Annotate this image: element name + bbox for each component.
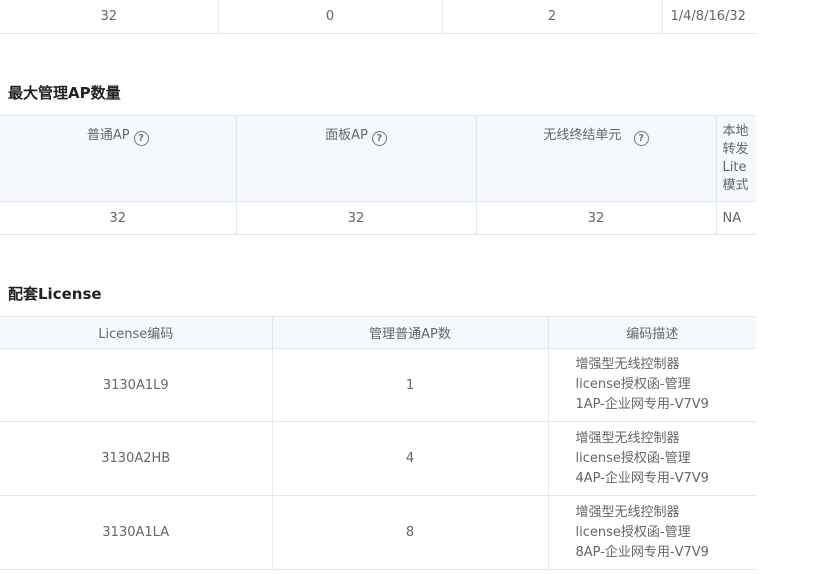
- help-icon[interactable]: ?: [371, 131, 387, 146]
- table-cell: 0: [218, 0, 443, 34]
- header-label-line: 转发: [722, 142, 749, 157]
- license-code-cell: 3130A2HB: [0, 421, 273, 496]
- spec-table-top: 32 0 2 1/4/8/16/32: [0, 0, 756, 34]
- ap-count-cell: 8: [272, 495, 549, 570]
- desc-line: license授权函-管理: [575, 377, 691, 392]
- table-cell: 2: [442, 0, 663, 34]
- table-cell: 32: [476, 201, 717, 235]
- header-description: 编码描述: [548, 316, 756, 349]
- section-title-license: 配套License: [8, 285, 102, 303]
- desc-line: 增强型无线控制器: [575, 504, 680, 520]
- desc-line: 1AP-企业网专用-V7V9: [575, 397, 709, 412]
- header-normal-ap: 普通AP?: [0, 115, 237, 202]
- help-icon[interactable]: ?: [133, 131, 149, 146]
- ap-count-cell: 4: [272, 421, 549, 496]
- description-cell: 增强型无线控制器 license授权函-管理 8AP-企业网专用-V7V9: [548, 495, 756, 570]
- header-label-line: 本地: [722, 124, 749, 139]
- header-license-code: License编码: [0, 316, 273, 349]
- table-cell: NA: [716, 201, 756, 235]
- section-title-max-ap: 最大管理AP数量: [8, 84, 121, 102]
- desc-line: 增强型无线控制器: [575, 430, 680, 446]
- table-cell: 1/4/8/16/32: [662, 0, 756, 34]
- table-row: 32 0 2 1/4/8/16/32: [0, 0, 756, 34]
- table-cell: 32: [0, 0, 219, 34]
- license-code-cell: 3130A1LA: [0, 495, 273, 570]
- header-label: 面板AP: [325, 128, 368, 143]
- help-icon[interactable]: ?: [633, 131, 649, 146]
- header-wireless-termination-unit: 无线终结单元 ?: [476, 115, 717, 202]
- table-cell: 32: [0, 201, 237, 235]
- header-ap-count: 管理普通AP数: [272, 316, 549, 349]
- header-label: 无线终结单元: [543, 128, 622, 143]
- desc-line: license授权函-管理: [575, 450, 691, 466]
- max-ap-table: 普通AP? 面板AP? 无线终结单元 ? 本地 转发 Lite 模式 32 32…: [0, 115, 756, 235]
- ap-count-cell: 1: [272, 348, 549, 422]
- header-label-line: Lite: [722, 160, 747, 175]
- desc-line: license授权函-管理: [575, 524, 691, 540]
- header-panel-ap: 面板AP?: [236, 115, 477, 202]
- header-label-line: 模式: [722, 178, 749, 193]
- desc-line: 增强型无线控制器: [575, 357, 680, 372]
- header-local-forward-lite: 本地 转发 Lite 模式: [716, 115, 756, 202]
- table-row: 3130A1L9 1 增强型无线控制器 license授权函-管理 1AP-企业…: [0, 348, 756, 422]
- table-row: 3130A2HB 4 增强型无线控制器 license授权函-管理 4AP-企业…: [0, 421, 756, 496]
- desc-line: 8AP-企业网专用-V7V9: [575, 544, 709, 560]
- description-cell: 增强型无线控制器 license授权函-管理 1AP-企业网专用-V7V9: [548, 348, 756, 422]
- header-label: 普通AP: [86, 128, 130, 143]
- license-code-cell: 3130A1L9: [0, 348, 273, 422]
- table-cell: 32: [236, 201, 477, 235]
- license-table: License编码 管理普通AP数 编码描述 3130A1L9 1 增强型无线控…: [0, 316, 756, 570]
- desc-line: 4AP-企业网专用-V7V9: [575, 470, 709, 486]
- table-header-row: 普通AP? 面板AP? 无线终结单元 ? 本地 转发 Lite 模式: [0, 115, 756, 202]
- table-header-row: License编码 管理普通AP数 编码描述: [0, 316, 756, 349]
- table-row: 32 32 32 NA: [0, 201, 756, 235]
- table-row: 3130A1LA 8 增强型无线控制器 license授权函-管理 8AP-企业…: [0, 495, 756, 570]
- description-cell: 增强型无线控制器 license授权函-管理 4AP-企业网专用-V7V9: [548, 421, 756, 496]
